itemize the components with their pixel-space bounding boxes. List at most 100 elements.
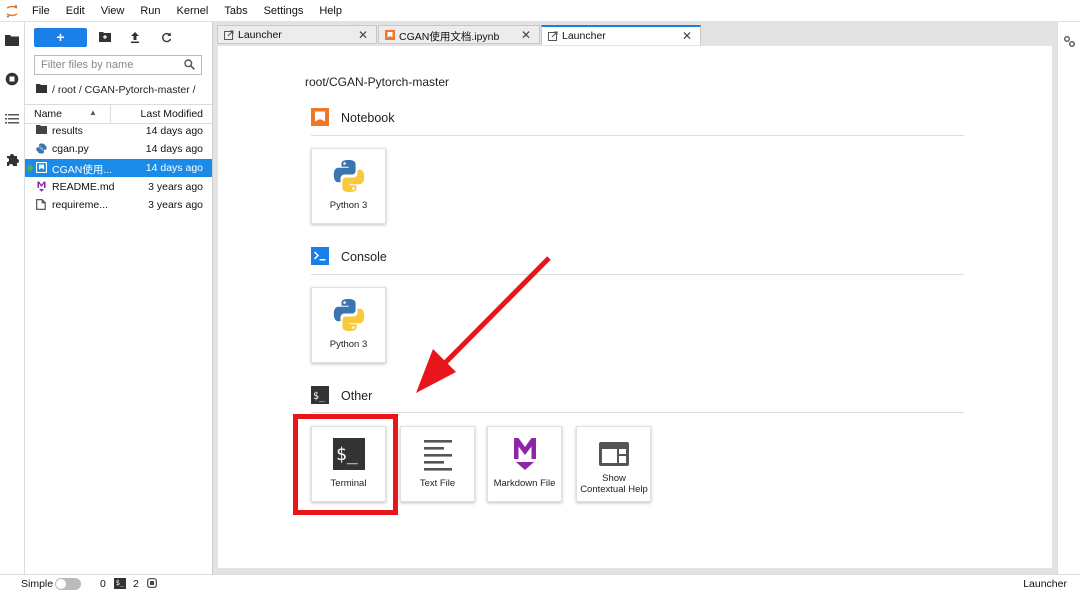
simple-mode-label: Simple: [21, 578, 54, 590]
notebook-icon: [35, 161, 48, 174]
other-section-title: Other: [341, 389, 373, 403]
name-column-header[interactable]: Name: [34, 108, 62, 120]
notebook-section-icon: [311, 108, 329, 126]
card-label: Show Contextual Help: [580, 473, 648, 495]
text-file-icon: [421, 437, 455, 474]
file-row[interactable]: results 14 days ago: [25, 122, 212, 140]
menu-run[interactable]: Run: [140, 5, 168, 17]
launcher-path: root/CGAN-Pytorch-master: [305, 75, 450, 89]
filter-files-input[interactable]: Filter files by name: [34, 55, 202, 75]
close-icon[interactable]: ✕: [682, 29, 692, 43]
menu-edit[interactable]: Edit: [66, 5, 93, 17]
file-row[interactable]: requireme... 3 years ago: [25, 196, 212, 214]
menu-settings[interactable]: Settings: [264, 5, 312, 17]
menu-file[interactable]: File: [32, 5, 58, 17]
kernel-count[interactable]: 0: [100, 578, 106, 590]
folder-icon: [36, 125, 47, 136]
notebook-icon: [385, 30, 395, 40]
search-icon: [184, 59, 195, 73]
tab-launcher-active[interactable]: Launcher ✕: [541, 25, 701, 45]
file-browser: + Filter files by name / root / CGAN-Pyt…: [25, 22, 213, 574]
activity-bar: [0, 22, 25, 574]
contextual-help-card[interactable]: Show Contextual Help: [576, 426, 651, 502]
refresh-icon[interactable]: [159, 30, 173, 44]
python-file-icon: [36, 143, 47, 154]
folder-icon[interactable]: [4, 32, 20, 48]
menu-tabs[interactable]: Tabs: [224, 5, 255, 17]
terminal-icon: $_: [114, 578, 126, 589]
breadcrumb-path[interactable]: / root / CGAN-Pytorch-master /: [52, 84, 196, 96]
launcher-tab-icon: [548, 31, 558, 41]
file-row-selected[interactable]: CGAN使用... 14 days ago: [25, 159, 212, 177]
folder-icon: [36, 84, 47, 96]
status-current-activity: Launcher: [1023, 578, 1067, 590]
file-modified: 3 years ago: [148, 199, 203, 211]
property-inspector-icon[interactable]: [1063, 35, 1076, 51]
text-file-card[interactable]: Text File: [400, 426, 475, 502]
right-sidebar: [1057, 22, 1080, 574]
file-browser-toolbar: +: [25, 26, 212, 50]
card-label: Markdown File: [493, 478, 556, 489]
new-folder-icon[interactable]: [98, 30, 112, 44]
highlight-box: [293, 414, 398, 515]
status-bar: Simple 0 $_ 2 Launcher: [0, 574, 1080, 593]
file-row[interactable]: cgan.py 14 days ago: [25, 140, 212, 158]
console-section-icon: [311, 247, 329, 265]
menu-help[interactable]: Help: [319, 5, 350, 17]
file-name: requireme...: [52, 199, 109, 211]
column-divider[interactable]: [110, 105, 111, 123]
other-section-icon: $_: [311, 386, 329, 404]
running-icon[interactable]: [4, 71, 20, 87]
file-icon: [36, 199, 47, 210]
simple-mode-toggle[interactable]: [55, 578, 81, 590]
file-list-header: Name ▲ Last Modified: [25, 104, 212, 124]
card-label: Python 3: [329, 200, 368, 211]
file-name: cgan.py: [52, 143, 89, 155]
contextual-help-icon: [597, 437, 631, 474]
running-indicator-icon: [27, 165, 33, 171]
markdown-icon: [36, 181, 47, 192]
extension-icon[interactable]: [4, 151, 20, 167]
menu-view[interactable]: View: [101, 5, 133, 17]
file-modified: 14 days ago: [145, 143, 203, 155]
markdown-icon: [508, 437, 542, 474]
file-modified: 3 years ago: [148, 181, 203, 193]
tab-label: CGAN使用文档.ipynb: [399, 31, 500, 43]
menu-bar: File Edit View Run Kernel Tabs Settings …: [0, 0, 1080, 22]
breadcrumb[interactable]: / root / CGAN-Pytorch-master /: [36, 84, 196, 96]
tab-launcher-1[interactable]: Launcher ✕: [217, 25, 377, 44]
modified-column-header[interactable]: Last Modified: [141, 108, 203, 120]
section-divider: [311, 135, 964, 136]
upload-icon[interactable]: [128, 30, 142, 44]
toc-icon[interactable]: [4, 111, 20, 127]
menu-kernel[interactable]: Kernel: [177, 5, 217, 17]
launcher-tab-icon: [224, 30, 234, 40]
file-modified: 14 days ago: [145, 125, 203, 137]
terminal-count[interactable]: 2: [133, 578, 139, 590]
console-python3-card[interactable]: Python 3: [311, 287, 386, 363]
tab-notebook[interactable]: CGAN使用文档.ipynb ✕: [378, 25, 540, 44]
file-row[interactable]: README.md 3 years ago: [25, 178, 212, 196]
section-divider: [311, 412, 964, 413]
jupyter-logo-icon: [0, 0, 24, 21]
svg-text:$_: $_: [313, 391, 326, 402]
tab-label: Launcher: [562, 30, 606, 42]
launcher-panel: root/CGAN-Pytorch-master Notebook Python…: [218, 46, 1052, 568]
filter-placeholder: Filter files by name: [41, 59, 134, 71]
card-label: Text File: [419, 478, 456, 489]
file-name: CGAN使用...: [52, 164, 113, 176]
sort-arrow-icon: ▲: [89, 108, 97, 117]
kernel-status-icon[interactable]: [147, 578, 157, 591]
section-divider: [311, 274, 964, 275]
card-label: Python 3: [329, 339, 368, 350]
tab-bar: Launcher ✕ CGAN使用文档.ipynb ✕ Launcher ✕: [217, 25, 1057, 45]
close-icon[interactable]: ✕: [358, 28, 368, 42]
notebook-section-title: Notebook: [341, 111, 395, 125]
notebook-python3-card[interactable]: Python 3: [311, 148, 386, 224]
tab-label: Launcher: [238, 29, 282, 41]
markdown-file-card[interactable]: Markdown File: [487, 426, 562, 502]
file-modified: 14 days ago: [145, 162, 203, 174]
console-section-title: Console: [341, 250, 387, 264]
new-launcher-button[interactable]: +: [34, 28, 87, 47]
close-icon[interactable]: ✕: [521, 28, 531, 42]
